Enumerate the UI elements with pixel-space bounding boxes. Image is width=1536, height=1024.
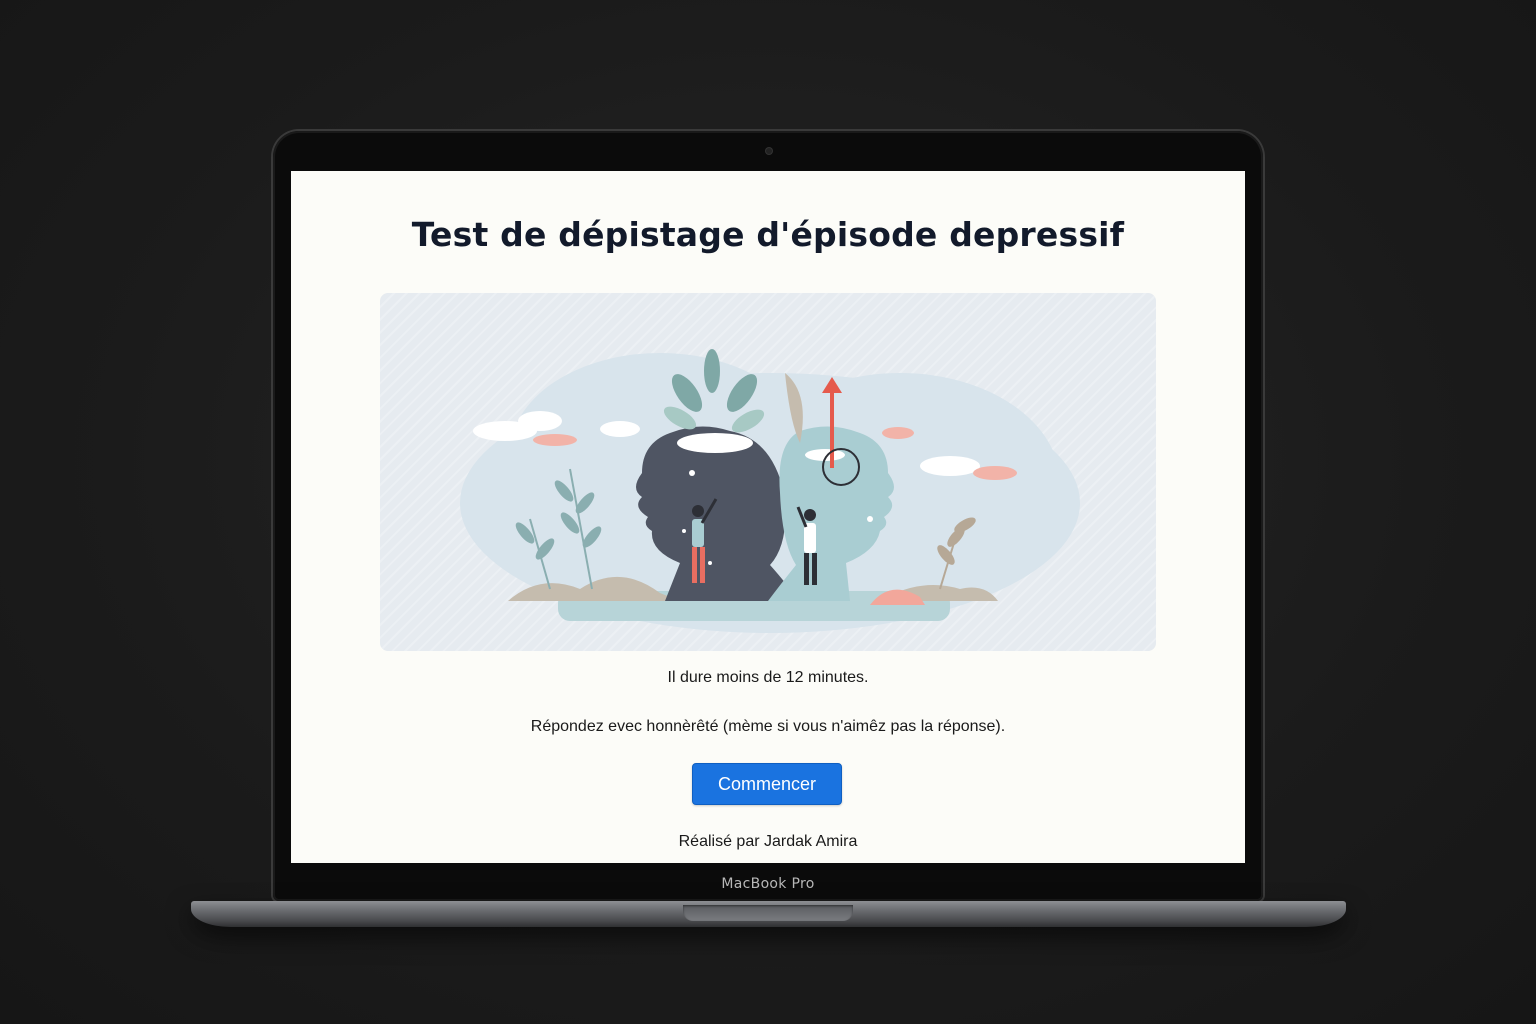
instruction-text: Répondez evec honnèrêté (mème si vous n'… <box>530 718 1006 735</box>
webcam <box>766 148 772 154</box>
dark-head-opening <box>677 433 753 453</box>
lid-opening-notch <box>683 905 853 921</box>
device-brand-label: MacBook Pro <box>721 876 815 892</box>
laptop-screen: Test de dépistage d'épisode depressif Il… <box>291 171 1245 863</box>
hero-illustration <box>380 293 1156 651</box>
heads-illustration <box>460 349 1080 633</box>
start-button[interactable]: Commencer <box>692 763 842 805</box>
duration-text: Il dure moins de 12 minutes. <box>667 669 869 686</box>
laptop-mockup: Test de dépistage d'épisode depressif Il… <box>0 0 1536 1024</box>
page-title: Test de dépistage d'épisode depressif <box>411 215 1125 254</box>
credit-text: Réalisé par Jardak Amira <box>678 833 858 850</box>
